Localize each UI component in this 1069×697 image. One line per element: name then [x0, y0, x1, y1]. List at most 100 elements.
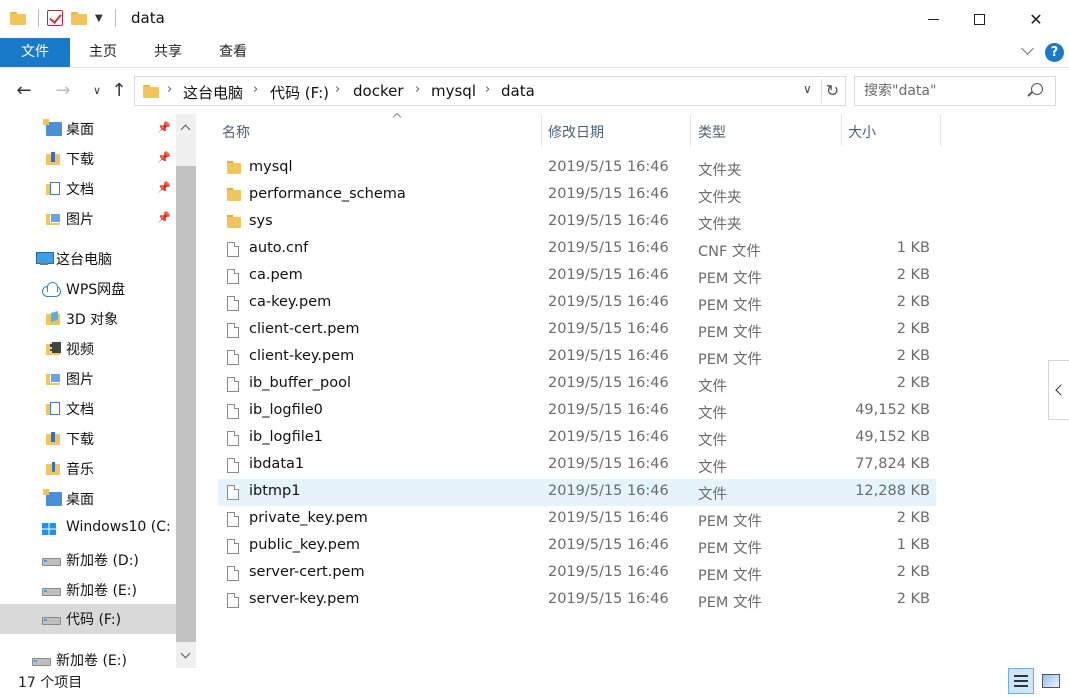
nav-item-desktop[interactable]: 桌面: [0, 484, 176, 514]
refresh-icon[interactable]: ↻: [821, 79, 843, 103]
scroll-up-icon[interactable]: [181, 122, 191, 132]
file-row[interactable]: ib_buffer_pool 2019/5/15 16:46 文件 2 KB: [218, 371, 936, 398]
scrollbar-thumb[interactable]: [176, 166, 196, 642]
tab-share[interactable]: 共享: [143, 38, 193, 67]
up-button[interactable]: ↑: [108, 80, 130, 102]
file-name: ibdata1: [249, 456, 305, 472]
nav-item-downloads[interactable]: 下载: [0, 424, 176, 454]
nav-item-pictures-pinned[interactable]: 图片 📌: [0, 204, 176, 234]
file-type: 文件夹: [698, 217, 742, 233]
file-row[interactable]: auto.cnf 2019/5/15 16:46 CNF 文件 1 KB: [218, 236, 936, 263]
nav-item-this-pc[interactable]: 这台电脑: [0, 244, 176, 274]
file-row[interactable]: private_key.pem 2019/5/15 16:46 PEM 文件 2 KB: [218, 506, 936, 533]
nav-item-drive-e[interactable]: 新加卷 (E:): [0, 575, 176, 605]
file-row[interactable]: ibdata1 2019/5/15 16:46 文件 77,824 KB: [218, 452, 936, 479]
breadcrumb-separator-icon[interactable]: ›: [485, 82, 490, 97]
show-details-pane-icon[interactable]: [1048, 360, 1069, 420]
file-size: 77,824 KB: [855, 456, 930, 472]
nav-item-downloads-pinned[interactable]: 下载 📌: [0, 144, 176, 174]
address-dropdown-icon[interactable]: ∨: [803, 82, 812, 96]
nav-item-drive-f[interactable]: 代码 (F:): [0, 604, 176, 634]
nav-item-removable-e[interactable]: 新加卷 (E:): [0, 645, 176, 668]
downloads-icon: [46, 152, 62, 166]
file-row[interactable]: mysql 2019/5/15 16:46 文件夹: [218, 155, 936, 182]
file-icon: [227, 242, 239, 257]
pin-icon[interactable]: 📌: [157, 151, 171, 164]
column-header-date[interactable]: 修改日期: [542, 114, 690, 146]
properties-icon[interactable]: [47, 10, 63, 26]
close-button[interactable]: ✕: [1013, 0, 1059, 38]
nav-item-videos[interactable]: 视频: [0, 334, 176, 364]
tab-home[interactable]: 主页: [78, 38, 128, 67]
search-box[interactable]: [854, 76, 1056, 106]
nav-item-music[interactable]: 音乐: [0, 454, 176, 484]
drive-icon: [42, 553, 61, 567]
file-row[interactable]: ca.pem 2019/5/15 16:46 PEM 文件 2 KB: [218, 263, 936, 290]
help-icon[interactable]: ?: [1045, 43, 1064, 62]
tab-file[interactable]: 文件: [0, 38, 70, 67]
column-header-size[interactable]: 大小: [842, 114, 940, 146]
file-date: 2019/5/15 16:46: [548, 456, 669, 472]
maximize-button[interactable]: [956, 0, 1002, 38]
expand-ribbon-icon[interactable]: [1021, 44, 1035, 58]
search-icon[interactable]: [1031, 83, 1043, 95]
breadcrumb-mysql[interactable]: mysql: [431, 82, 476, 100]
file-date: 2019/5/15 16:46: [548, 348, 669, 364]
nav-item-wps-cloud[interactable]: WPS网盘: [0, 274, 176, 304]
file-row[interactable]: sys 2019/5/15 16:46 文件夹: [218, 209, 936, 236]
breadcrumb-drive-f[interactable]: 代码 (F:): [270, 82, 329, 103]
breadcrumb-data[interactable]: data: [501, 82, 535, 100]
pin-icon[interactable]: 📌: [157, 121, 171, 134]
recent-locations-button[interactable]: ∨: [86, 80, 108, 102]
customize-toolbar-icon[interactable]: ▼: [95, 13, 103, 24]
file-row[interactable]: performance_schema 2019/5/15 16:46 文件夹: [218, 182, 936, 209]
file-row[interactable]: ib_logfile1 2019/5/15 16:46 文件 49,152 KB: [218, 425, 936, 452]
nav-item-desktop-pinned[interactable]: 桌面 📌: [0, 114, 176, 144]
file-row[interactable]: ib_logfile0 2019/5/15 16:46 文件 49,152 KB: [218, 398, 936, 425]
breadcrumb-separator-icon[interactable]: ›: [415, 82, 420, 97]
new-folder-icon[interactable]: [71, 11, 87, 25]
file-row[interactable]: server-key.pem 2019/5/15 16:46 PEM 文件 2 KB: [218, 587, 936, 614]
nav-item-documents-pinned[interactable]: 文档 📌: [0, 174, 176, 204]
pin-icon[interactable]: 📌: [157, 181, 171, 194]
details-view-icon[interactable]: [1008, 668, 1034, 694]
nav-item-label: 新加卷 (E:): [66, 583, 137, 599]
file-type: PEM 文件: [698, 568, 763, 584]
nav-item-3d-objects[interactable]: 3D 对象: [0, 304, 176, 334]
tab-view[interactable]: 查看: [208, 38, 258, 67]
file-row[interactable]: ca-key.pem 2019/5/15 16:46 PEM 文件 2 KB: [218, 290, 936, 317]
address-bar[interactable]: › 这台电脑 › 代码 (F:) › docker › mysql › data…: [134, 76, 846, 106]
search-input[interactable]: [856, 78, 1016, 104]
breadcrumb-separator-icon[interactable]: ›: [167, 82, 172, 97]
file-name: ca-key.pem: [249, 294, 332, 310]
breadcrumb-this-pc[interactable]: 这台电脑: [183, 82, 243, 103]
back-button[interactable]: ←: [13, 80, 35, 102]
file-row[interactable]: client-key.pem 2019/5/15 16:46 PEM 文件 2 KB: [218, 344, 936, 371]
file-row[interactable]: server-cert.pem 2019/5/15 16:46 PEM 文件 2 KB: [218, 560, 936, 587]
pin-icon[interactable]: 📌: [157, 211, 171, 224]
large-icons-view-icon[interactable]: [1038, 668, 1064, 694]
file-row[interactable]: ibtmp1 2019/5/15 16:46 文件 12,288 KB: [218, 479, 936, 506]
breadcrumb-docker[interactable]: docker: [353, 82, 404, 100]
column-divider[interactable]: [940, 114, 941, 146]
quick-access-toolbar: ▼: [10, 9, 116, 27]
nav-item-drive-c[interactable]: Windows10 (C:: [0, 514, 176, 544]
file-size: 49,152 KB: [855, 402, 930, 418]
column-header-name[interactable]: 名称: [216, 114, 544, 146]
breadcrumb-separator-icon[interactable]: ›: [253, 82, 258, 97]
column-header-type[interactable]: 类型: [691, 114, 841, 146]
minimize-button[interactable]: [910, 0, 956, 38]
column-label: 大小: [848, 125, 876, 141]
ribbon: 文件 主页 共享 查看 ?: [0, 38, 1069, 68]
file-row[interactable]: public_key.pem 2019/5/15 16:46 PEM 文件 1 KB: [218, 533, 936, 560]
forward-button[interactable]: →: [52, 80, 74, 102]
column-label: 类型: [698, 125, 726, 141]
nav-item-drive-d[interactable]: 新加卷 (D:): [0, 545, 176, 575]
breadcrumb-separator-icon[interactable]: ›: [335, 82, 340, 97]
nav-item-pictures[interactable]: 图片: [0, 364, 176, 394]
nav-item-documents[interactable]: 文档: [0, 394, 176, 424]
scroll-down-icon[interactable]: [181, 650, 191, 660]
file-row[interactable]: client-cert.pem 2019/5/15 16:46 PEM 文件 2 KB: [218, 317, 936, 344]
nav-pane-scrollbar[interactable]: [176, 114, 196, 668]
wps-cloud-icon: [42, 282, 62, 297]
